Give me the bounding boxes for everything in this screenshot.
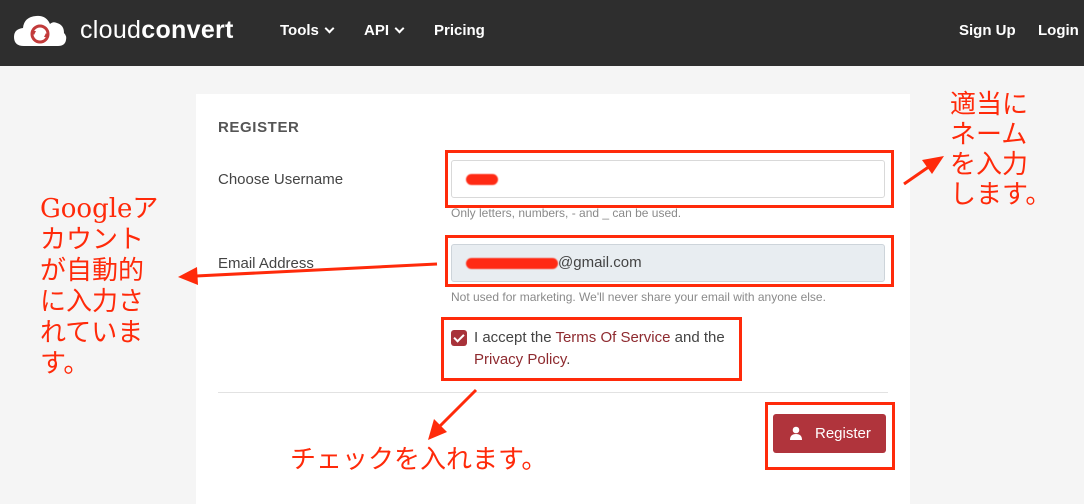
note-right-line: ネーム: [950, 120, 1028, 150]
form-divider: [218, 392, 888, 393]
annotation-note-left: Googleア カウント が自動的 に入力さ れていま す。: [40, 194, 158, 380]
annotation-note-bottom: チェックを入れます。: [290, 445, 548, 475]
nav-api-label: API: [364, 22, 390, 39]
note-right-line: 適当に: [950, 90, 1029, 120]
annotation-box-terms: [441, 317, 742, 381]
chevron-down-icon: [394, 23, 405, 34]
annotation-note-right: 適当に ネーム を入力 します。: [950, 90, 1051, 210]
brand-name[interactable]: cloudconvert: [80, 16, 234, 45]
nav-api[interactable]: API: [364, 22, 405, 39]
note-right-line: を入力: [950, 150, 1029, 180]
arrow-head: [178, 267, 198, 285]
note-left-line: カウント: [40, 225, 145, 255]
email-help-text: Not used for marketing. We'll never shar…: [451, 290, 826, 304]
nav-pricing[interactable]: Pricing: [434, 22, 485, 39]
note-left-line: に入力さ: [40, 287, 145, 317]
nav-tools[interactable]: Tools: [280, 22, 335, 39]
nav-login[interactable]: Login: [1038, 22, 1079, 39]
cloudconvert-logo-icon[interactable]: [12, 12, 68, 50]
note-left-line: れていま: [40, 318, 144, 348]
note-left-line: Googleア: [40, 194, 159, 224]
nav-tools-label: Tools: [280, 22, 319, 39]
nav-sign-up[interactable]: Sign Up: [959, 22, 1016, 39]
note-left-line: す。: [40, 349, 90, 379]
annotation-box-register: [765, 402, 895, 470]
top-navbar: cloudconvert Tools API Pricing Sign Up L…: [0, 0, 1084, 66]
chevron-down-icon: [324, 23, 335, 34]
email-label: Email Address: [218, 255, 314, 272]
annotation-box-email: [445, 235, 894, 287]
register-heading: REGISTER: [218, 119, 300, 136]
annotation-box-username: [445, 150, 894, 208]
note-left-line: が自動的: [40, 256, 145, 286]
username-label: Choose Username: [218, 171, 344, 188]
brand-light-text: cloud: [80, 16, 142, 44]
username-help-text: Only letters, numbers, - and _ can be us…: [451, 206, 682, 220]
arrow-head: [922, 156, 944, 174]
brand-bold-text: convert: [141, 16, 234, 44]
note-right-line: します。: [950, 180, 1052, 210]
